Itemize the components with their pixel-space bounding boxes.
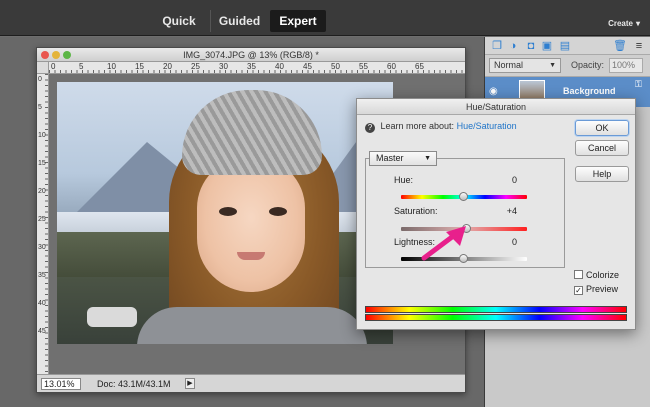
preview-checkbox[interactable]: ✓ Preview bbox=[574, 284, 618, 295]
ruler-tick: 60 bbox=[387, 62, 396, 71]
blend-mode-value: Normal bbox=[494, 60, 524, 70]
eye-shape bbox=[269, 207, 287, 216]
zoom-level-field[interactable]: 13.01% bbox=[41, 378, 81, 390]
document-titlebar[interactable]: IMG_3074.JPG @ 13% (RGB/8) * bbox=[37, 48, 465, 62]
mask-icon[interactable]: ◘ bbox=[525, 40, 537, 52]
ruler-tick: 10 bbox=[107, 62, 116, 71]
ok-button[interactable]: OK bbox=[575, 120, 629, 136]
preview-label: Preview bbox=[586, 284, 619, 294]
panel-menu-icon[interactable]: ≡ bbox=[633, 40, 645, 52]
ruler-tick: 40 bbox=[275, 62, 284, 71]
car-shape bbox=[87, 307, 137, 327]
link-icon[interactable]: ▣ bbox=[541, 40, 553, 52]
mouth-shape bbox=[237, 252, 265, 260]
ruler-tick: 5 bbox=[79, 62, 84, 71]
ruler-tick: 0 bbox=[38, 76, 42, 83]
ruler-tick: 15 bbox=[135, 62, 144, 71]
help-button[interactable]: Help bbox=[575, 166, 629, 182]
mode-expert-tab[interactable]: Expert bbox=[270, 10, 326, 32]
edit-range-value: Master bbox=[376, 153, 404, 163]
learn-more-link[interactable]: Hue/Saturation bbox=[457, 121, 517, 131]
checkbox-box[interactable] bbox=[574, 270, 583, 279]
status-menu-arrow-icon[interactable]: ▶ bbox=[185, 378, 195, 389]
ruler-tick: 50 bbox=[331, 62, 340, 71]
ruler-tick: 65 bbox=[415, 62, 424, 71]
document-status-bar: 13.01% Doc: 43.1M/43.1M ▶ bbox=[37, 374, 465, 392]
layer-lock-icon: ⚿ bbox=[635, 79, 642, 89]
ruler-tick: 10 bbox=[38, 132, 46, 139]
chevron-down-icon: ▾ bbox=[635, 19, 640, 28]
learn-more-row: ? Learn more about: Hue/Saturation bbox=[365, 121, 517, 133]
mode-quick-tab[interactable]: Quick bbox=[150, 10, 208, 32]
arrow-head bbox=[446, 226, 466, 246]
document-title: IMG_3074.JPG @ 13% (RGB/8) * bbox=[183, 50, 319, 60]
lightness-value[interactable]: 0 bbox=[487, 237, 517, 247]
cancel-button[interactable]: Cancel bbox=[575, 140, 629, 156]
adjustment-layer-icon[interactable]: ◑ bbox=[507, 40, 519, 52]
new-layer-icon[interactable]: ❐ bbox=[491, 40, 503, 52]
ruler-tick: 0 bbox=[51, 62, 56, 71]
chevron-down-icon: ▼ bbox=[424, 155, 431, 162]
saturation-value[interactable]: +4 bbox=[487, 206, 517, 216]
ruler-tick: 20 bbox=[38, 188, 46, 195]
ruler-origin[interactable] bbox=[37, 62, 49, 74]
output-color-bar bbox=[365, 314, 627, 321]
help-bulb-icon: ? bbox=[365, 123, 375, 133]
arrow-shaft bbox=[421, 231, 459, 261]
layer-name: Background bbox=[563, 86, 616, 96]
ruler-tick: 45 bbox=[303, 62, 312, 71]
hue-label: Hue: bbox=[394, 175, 414, 185]
opacity-field[interactable]: 100% bbox=[609, 58, 643, 73]
top-bar: Quick Guided Expert Create ▾ bbox=[0, 0, 650, 36]
eye-shape bbox=[219, 207, 237, 216]
create-label: Create bbox=[608, 19, 633, 28]
ruler-tick: 35 bbox=[247, 62, 256, 71]
dialog-title[interactable]: Hue/Saturation bbox=[357, 99, 635, 115]
checkbox-box[interactable]: ✓ bbox=[574, 286, 583, 295]
face-shape bbox=[197, 157, 305, 292]
knit-hat-shape bbox=[182, 90, 322, 175]
mode-guided-tab[interactable]: Guided bbox=[210, 10, 268, 32]
visibility-eye-icon[interactable]: ◉ bbox=[489, 86, 498, 97]
trash-icon[interactable]: 🗑 bbox=[613, 40, 627, 52]
document-size-info: Doc: 43.1M/43.1M bbox=[97, 379, 171, 389]
edit-range-select[interactable]: Master ▼ bbox=[369, 151, 437, 166]
ruler-tick: 25 bbox=[38, 216, 46, 223]
create-menu[interactable]: Create ▾ bbox=[605, 17, 640, 29]
layer-options-row: Normal ▼ Opacity: 100% bbox=[485, 55, 650, 77]
opacity-label: Opacity: bbox=[571, 60, 605, 70]
ruler-tick: 30 bbox=[38, 244, 46, 251]
ruler-tick: 45 bbox=[38, 328, 46, 335]
horizontal-ruler[interactable]: 0 5 10 15 20 25 30 35 40 45 50 55 60 65 bbox=[49, 62, 465, 74]
hue-value[interactable]: 0 bbox=[487, 175, 517, 185]
lock-icon[interactable]: ▤ bbox=[559, 40, 571, 52]
shirt-shape bbox=[137, 307, 367, 344]
zoom-window-icon[interactable] bbox=[63, 51, 71, 59]
ruler-tick: 25 bbox=[191, 62, 200, 71]
close-window-icon[interactable] bbox=[41, 51, 49, 59]
ruler-tick: 40 bbox=[38, 300, 46, 307]
colorize-checkbox[interactable]: Colorize bbox=[574, 270, 619, 280]
minimize-window-icon[interactable] bbox=[52, 51, 60, 59]
ruler-tick: 5 bbox=[38, 104, 42, 111]
input-color-bar bbox=[365, 306, 627, 313]
annotation-arrow-icon bbox=[421, 226, 466, 261]
learn-more-label: Learn more about: bbox=[380, 121, 455, 131]
chevron-down-icon: ▼ bbox=[549, 62, 556, 69]
ruler-tick: 35 bbox=[38, 272, 46, 279]
hue-saturation-dialog: Hue/Saturation ? Learn more about: Hue/S… bbox=[356, 98, 636, 330]
ruler-tick: 20 bbox=[163, 62, 172, 71]
colorize-label: Colorize bbox=[586, 270, 620, 280]
hue-slider-thumb[interactable] bbox=[459, 192, 468, 201]
photo-canvas[interactable] bbox=[57, 82, 393, 344]
ruler-tick: 55 bbox=[359, 62, 368, 71]
layers-toolbar: ❐ ◑ ◘ ▣ ▤ 🗑 ≡ bbox=[485, 37, 650, 55]
ruler-tick: 15 bbox=[38, 160, 46, 167]
saturation-label: Saturation: bbox=[394, 206, 438, 216]
blend-mode-select[interactable]: Normal ▼ bbox=[489, 58, 561, 73]
ruler-tick: 30 bbox=[219, 62, 228, 71]
vertical-ruler[interactable]: 0 5 10 15 20 25 30 35 40 45 bbox=[37, 74, 49, 374]
